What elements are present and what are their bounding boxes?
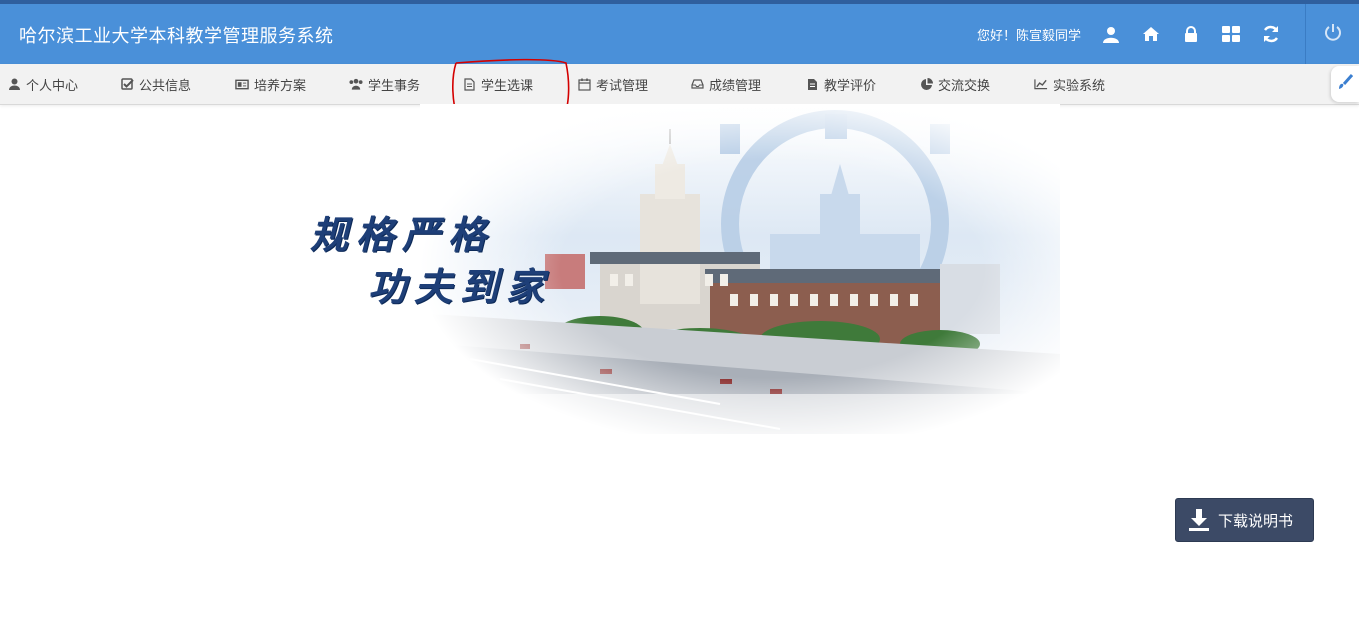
user-icon[interactable] [1099,21,1123,47]
nav-item-course-selection[interactable]: 学生选课 [462,64,533,104]
power-icon [1324,23,1342,45]
pie-chart-icon [919,77,933,91]
nav-item-label: 学生事务 [368,78,421,94]
refresh-icon[interactable] [1259,21,1283,47]
nav-item-training-plan[interactable]: 培养方案 [235,64,306,104]
main-nav: 个人中心 公共信息 培养方案 学生事务 学生选课 考试管理 成绩管理 教学评价 … [0,64,1359,105]
checkbox-icon [120,77,134,91]
nav-item-label: 考试管理 [596,78,649,94]
download-icon [1188,508,1210,532]
logout-button[interactable] [1305,4,1359,64]
theme-brush-button[interactable] [1331,66,1359,102]
app-title: 哈尔滨工业大学本科教学管理服务系统 [19,26,334,47]
nav-item-label: 培养方案 [254,78,307,94]
header-bar: 哈尔滨工业大学本科教学管理服务系统 您好！陈宣毅同学 [0,4,1359,64]
nav-item-label: 个人中心 [26,78,79,94]
nav-item-label: 成绩管理 [709,78,762,94]
line-chart-icon [1034,77,1048,91]
download-manual-button[interactable]: 下载说明书 [1175,498,1314,542]
nav-item-lab-system[interactable]: 实验系统 [1034,64,1105,104]
nav-item-teaching-evaluation[interactable]: 教学评价 [805,64,876,104]
lock-icon[interactable] [1179,21,1203,47]
file-text-icon [805,77,819,91]
user-icon [7,77,21,91]
nav-item-label: 公共信息 [139,78,192,94]
nav-item-label: 教学评价 [824,78,877,94]
slogan-line-2: 功夫到家 [368,264,553,309]
brush-icon [1337,74,1354,94]
document-icon [462,77,476,91]
download-manual-label: 下载说明书 [1218,511,1294,530]
nav-item-label: 实验系统 [1053,78,1106,94]
campus-banner: 规格严格 功夫到家 [300,104,1060,434]
inbox-icon [690,77,704,91]
home-icon[interactable] [1139,21,1163,47]
nav-item-public-info[interactable]: 公共信息 [120,64,191,104]
slogan-line-1: 规格严格 [310,212,495,257]
users-icon [349,77,363,91]
user-greeting: 您好！陈宣毅同学 [977,29,1082,44]
newspaper-icon [235,77,249,91]
grid-icon[interactable] [1219,21,1243,47]
nav-item-label: 交流交换 [938,78,991,94]
nav-item-grade-management[interactable]: 成绩管理 [690,64,761,104]
nav-item-exchange[interactable]: 交流交换 [919,64,990,104]
nav-item-label: 学生选课 [481,78,534,94]
nav-item-student-affairs[interactable]: 学生事务 [349,64,420,104]
nav-item-exam-management[interactable]: 考试管理 [577,64,648,104]
calendar-icon [577,77,591,91]
nav-item-personal-center[interactable]: 个人中心 [7,64,78,104]
